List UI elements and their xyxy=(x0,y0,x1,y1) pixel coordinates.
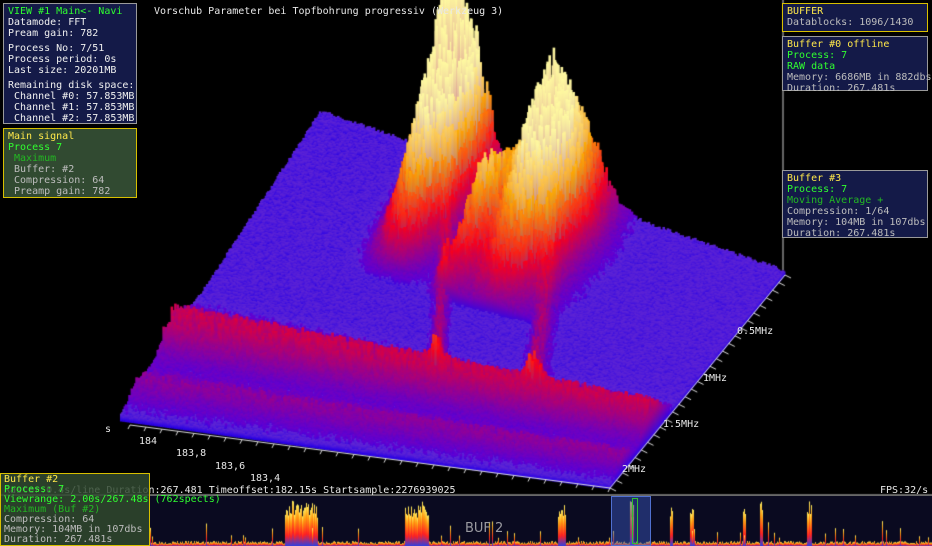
buffer-0-memory: Memory: 6686MB in 882dbs xyxy=(787,72,932,83)
time-tick-4: 183,4 xyxy=(250,473,281,484)
datamode-text: Datamode: FFT xyxy=(8,17,87,28)
process-no-text: Process No: 7/51 xyxy=(8,43,105,54)
buffer-3-memory: Memory: 104MB in 107dbs xyxy=(787,217,926,228)
buffer-3-compression: Compression: 1/64 xyxy=(787,206,890,217)
time-tick-2: 183,8 xyxy=(176,448,207,459)
buffer-0-panel[interactable]: Buffer #0 offline Process: 7 RAW data Me… xyxy=(782,36,932,94)
main-signal-process: Process 7 xyxy=(8,142,63,153)
channel-0-space: Channel #0: 57.853MB xyxy=(8,91,135,102)
buffer-3-panel[interactable]: Buffer #3 Process: 7 Moving Average + Co… xyxy=(782,170,928,239)
main-signal-mode: Maximum xyxy=(8,153,57,164)
time-tick-1: 184 xyxy=(139,436,158,447)
main-signal-panel[interactable]: Main signal Process 7 Maximum Buffer: #2… xyxy=(3,128,137,198)
minimap-cursor-marker[interactable] xyxy=(632,498,638,544)
last-size-text: Last size: 20201MB xyxy=(8,65,117,76)
buffer-overview-minimap[interactable] xyxy=(150,496,932,546)
time-axis-unit: s xyxy=(105,424,112,435)
disk-space-header: Remaining disk space: xyxy=(8,80,135,91)
minimap-buffer-label: BUF 2 xyxy=(465,521,504,536)
main-signal-buffer: Buffer: #2 xyxy=(8,164,75,175)
plot-title: Vorschub Parameter bei Topfbohrung progr… xyxy=(154,6,504,17)
fps-readout: FPS:32/s xyxy=(880,485,929,496)
time-tick-3: 183,6 xyxy=(215,461,246,472)
view-panel-header[interactable]: VIEW #1 Main<- Navi xyxy=(8,6,132,17)
buffer-0-process: Process: 7 xyxy=(787,50,848,61)
freq-tick-4: 2MHz xyxy=(622,464,647,475)
channel-1-space: Channel #1: 57.853MB xyxy=(8,102,135,113)
buffer-0-duration: Duration: 267.481s xyxy=(787,83,896,94)
view-info-panel[interactable]: VIEW #1 Main<- Navi Datamode: FFT Pream … xyxy=(3,3,137,124)
buffer-2-duration: Duration: 267.481s xyxy=(4,534,113,545)
main-signal-preamp: Preamp gain: 782 xyxy=(8,186,111,197)
buffer-datablocks: Datablocks: 1096/1430 xyxy=(787,17,914,28)
buffer-header: BUFFER xyxy=(787,6,824,17)
buffer-0-header: Buffer #0 offline xyxy=(787,39,890,50)
buffer-3-duration: Duration: 267.481s xyxy=(787,228,896,239)
buffer-0-raw: RAW data xyxy=(787,61,836,72)
minimap-view-selection[interactable] xyxy=(611,496,651,546)
process-period-text: Process period: 0s xyxy=(8,54,117,65)
buffer-summary-panel[interactable]: BUFFER Datablocks: 1096/1430 xyxy=(782,3,928,32)
main-signal-compression: Compression: 64 xyxy=(8,175,105,186)
buffer-3-process: Process: 7 xyxy=(787,184,848,195)
freq-tick-1: 0.5MHz xyxy=(737,326,774,337)
buffer-3-mode: Moving Average + xyxy=(787,195,884,206)
freq-tick-2: 1MHz xyxy=(703,373,728,384)
freq-tick-3: 1.5MHz xyxy=(663,419,700,430)
pream-gain-text: Pream gain: 782 xyxy=(8,28,99,39)
buffer-2-panel[interactable]: Buffer #2 Process: 7 Viewrange: 2.00s/26… xyxy=(0,473,221,546)
main-signal-header: Main signal xyxy=(8,131,75,142)
buffer-3-header: Buffer #3 xyxy=(787,173,842,184)
channel-2-space: Channel #2: 57.853MB xyxy=(8,113,135,124)
